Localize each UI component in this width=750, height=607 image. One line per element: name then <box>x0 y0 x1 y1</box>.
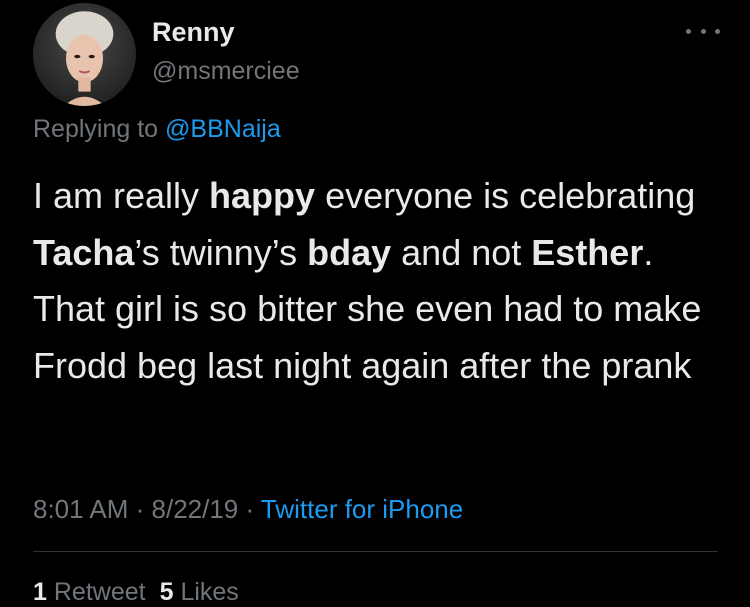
reply-mention-link[interactable]: @BBNaija <box>165 115 281 143</box>
more-dot <box>686 28 691 34</box>
replying-to-label: Replying to <box>33 115 159 143</box>
tweet-text-bold: happy <box>209 175 316 216</box>
tweet-text-segment: I am really <box>33 175 210 216</box>
likes-count: 5 <box>159 578 174 606</box>
retweets-label: Retweet <box>53 578 146 606</box>
replying-to: Replying to @BBNaija <box>33 115 281 144</box>
likes-label: Likes <box>180 578 239 606</box>
tweet-text: I am really happy everyone is celebratin… <box>33 168 733 394</box>
tweet-meta: 8:01 AM · 8/22/19 · Twitter for iPhone <box>33 494 463 525</box>
display-name[interactable]: Renny <box>152 17 235 48</box>
tweet-time[interactable]: 8:01 AM <box>33 494 128 524</box>
meta-separator: · <box>238 494 261 524</box>
avatar-image <box>33 3 136 106</box>
likes-stat[interactable]: 5 Likes <box>160 578 239 606</box>
retweets-count: 1 <box>33 578 47 606</box>
tweet-text-bold: Tacha <box>33 231 135 273</box>
more-dot <box>700 28 706 34</box>
tweet-text-segment: ’s twinny’s <box>134 231 308 273</box>
tweet-text-bold: bday <box>307 231 392 273</box>
more-dot <box>715 28 720 34</box>
tweet-source-link[interactable]: Twitter for iPhone <box>261 494 463 524</box>
retweets-stat[interactable]: 1 Retweet <box>33 578 146 606</box>
tweet-text-segment: and not <box>391 231 532 273</box>
divider <box>33 551 718 552</box>
tweet-stats: 1 Retweet 5 Likes <box>33 578 239 607</box>
more-horizontal-icon[interactable] <box>686 24 720 38</box>
tweet-date[interactable]: 8/22/19 <box>152 494 239 524</box>
user-handle[interactable]: @msmerciee <box>152 57 300 86</box>
tweet-text-bold: Esther <box>531 231 644 273</box>
avatar[interactable] <box>33 3 136 106</box>
tweet-text-segment: everyone is celebrating <box>315 175 696 216</box>
meta-separator: · <box>128 494 152 524</box>
